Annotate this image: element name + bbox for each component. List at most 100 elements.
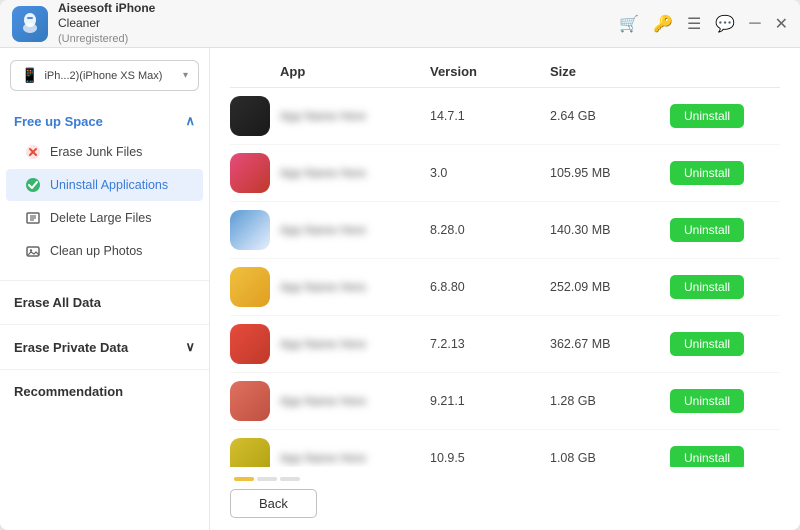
erase-private-chevron-icon: ∨ (185, 339, 195, 355)
size-cell: 1.28 GB (550, 394, 670, 408)
app-cell: App Name Here (230, 210, 430, 250)
size-cell: 105.95 MB (550, 166, 670, 180)
app-window: Aiseesoft iPhone Cleaner (Unregistered) … (0, 0, 800, 530)
delete-large-icon (24, 209, 42, 227)
app-icon (230, 153, 270, 193)
sidebar-item-delete-large[interactable]: Delete Large Files (6, 202, 203, 234)
cart-icon[interactable]: 🛒 (619, 14, 639, 34)
chat-icon[interactable]: 💬 (715, 14, 735, 34)
uninstall-button[interactable]: Uninstall (670, 104, 744, 128)
size-cell: 252.09 MB (550, 280, 670, 294)
app-name-blurred: App Name Here (280, 223, 366, 237)
table-row: App Name Here 14.7.12.64 GBUninstall (230, 88, 780, 145)
app-logo (12, 6, 48, 42)
divider-3 (0, 369, 209, 370)
phone-icon: 📱 (21, 67, 38, 84)
progress-dots (234, 477, 300, 481)
app-cell: App Name Here (230, 153, 430, 193)
uninstall-button[interactable]: Uninstall (670, 332, 744, 356)
app-icon (230, 324, 270, 364)
app-name-blurred: App Name Here (280, 394, 366, 408)
titlebar: Aiseesoft iPhone Cleaner (Unregistered) … (0, 0, 800, 48)
sidebar-item-clean-photos[interactable]: Clean up Photos (6, 235, 203, 267)
app-title: Aiseesoft iPhone Cleaner (Unregistered) (58, 1, 619, 46)
action-cell: Uninstall (670, 218, 780, 242)
sidebar-recommendation[interactable]: Recommendation (0, 374, 209, 409)
app-cell: App Name Here (230, 267, 430, 307)
action-cell: Uninstall (670, 332, 780, 356)
table-header: App Version Size (230, 64, 780, 88)
table-row: App Name Here 8.28.0140.30 MBUninstall (230, 202, 780, 259)
app-icon (230, 381, 270, 421)
dot-inactive-1 (257, 477, 277, 481)
dot-inactive-2 (280, 477, 300, 481)
app-icon (230, 210, 270, 250)
action-cell: Uninstall (670, 389, 780, 413)
version-cell: 8.28.0 (430, 223, 550, 237)
app-icon (230, 438, 270, 467)
free-up-space-header[interactable]: Free up Space ∧ (0, 103, 209, 135)
table-row: App Name Here 7.2.13362.67 MBUninstall (230, 316, 780, 373)
device-chevron-icon: ▾ (183, 70, 188, 81)
clean-photos-icon (24, 242, 42, 260)
content-area: App Version Size App Name Here 14.7.12.64… (210, 48, 800, 530)
device-selector[interactable]: 📱 iPh...2)(iPhone XS Max) ▾ (10, 60, 199, 91)
version-cell: 9.21.1 (430, 394, 550, 408)
size-cell: 140.30 MB (550, 223, 670, 237)
action-cell: Uninstall (670, 275, 780, 299)
version-cell: 14.7.1 (430, 109, 550, 123)
minimize-icon[interactable]: ─ (749, 15, 760, 33)
version-cell: 6.8.80 (430, 280, 550, 294)
size-cell: 362.67 MB (550, 337, 670, 351)
table-body: App Name Here14.7.12.64 GBUninstallApp N… (230, 88, 780, 467)
window-controls: 🛒 🔑 ☰ 💬 ─ ✕ (619, 14, 788, 34)
close-icon[interactable]: ✕ (775, 14, 788, 34)
uninstall-button[interactable]: Uninstall (670, 446, 744, 467)
col-version: Version (430, 64, 550, 79)
sidebar: 📱 iPh...2)(iPhone XS Max) ▾ Free up Spac… (0, 48, 210, 530)
main-layout: 📱 iPh...2)(iPhone XS Max) ▾ Free up Spac… (0, 48, 800, 530)
app-icon (230, 267, 270, 307)
uninstall-button[interactable]: Uninstall (670, 161, 744, 185)
uninstall-button[interactable]: Uninstall (670, 389, 744, 413)
uninstall-apps-icon (24, 176, 42, 194)
table-row: App Name Here 10.9.51.08 GBUninstall (230, 430, 780, 467)
uninstall-button[interactable]: Uninstall (670, 218, 744, 242)
table-row: App Name Here 9.21.11.28 GBUninstall (230, 373, 780, 430)
bottom-bar: Back (210, 467, 800, 530)
dot-active (234, 477, 254, 481)
divider-2 (0, 324, 209, 325)
sidebar-erase-all[interactable]: Erase All Data (0, 285, 209, 320)
action-cell: Uninstall (670, 161, 780, 185)
app-cell: App Name Here (230, 381, 430, 421)
menu-icon[interactable]: ☰ (687, 14, 701, 34)
table-row: App Name Here3.0105.95 MBUninstall (230, 145, 780, 202)
col-app: App (280, 64, 430, 79)
app-cell: App Name Here (230, 324, 430, 364)
app-name-blurred: App Name Here (280, 109, 366, 123)
content-inner: App Version Size App Name Here 14.7.12.64… (210, 48, 800, 467)
app-name-blurred: App Name Here (280, 337, 366, 351)
sidebar-item-erase-junk[interactable]: Erase Junk Files (6, 136, 203, 168)
app-name-blurred: App Name Here (280, 451, 366, 465)
back-button[interactable]: Back (230, 489, 317, 518)
version-cell: 7.2.13 (430, 337, 550, 351)
uninstall-button[interactable]: Uninstall (670, 275, 744, 299)
free-up-space-section: Free up Space ∧ Erase Junk Files (0, 103, 209, 276)
free-up-chevron-icon: ∧ (185, 113, 195, 129)
action-cell: Uninstall (670, 104, 780, 128)
table-row: App Name Here 6.8.80252.09 MBUninstall (230, 259, 780, 316)
col-action (670, 64, 780, 79)
app-cell: App Name Here (230, 438, 430, 467)
divider-1 (0, 280, 209, 281)
sidebar-erase-private[interactable]: Erase Private Data ∨ (0, 329, 209, 365)
size-cell: 2.64 GB (550, 109, 670, 123)
app-cell: App Name Here (230, 96, 430, 136)
action-cell: Uninstall (670, 446, 780, 467)
app-name-blurred: App Name Here (280, 280, 366, 294)
app-name-blurred: App Name Here (280, 166, 366, 180)
sidebar-item-uninstall-apps[interactable]: Uninstall Applications (6, 169, 203, 201)
info-icon[interactable]: 🔑 (653, 14, 673, 34)
size-cell: 1.08 GB (550, 451, 670, 465)
version-cell: 10.9.5 (430, 451, 550, 465)
